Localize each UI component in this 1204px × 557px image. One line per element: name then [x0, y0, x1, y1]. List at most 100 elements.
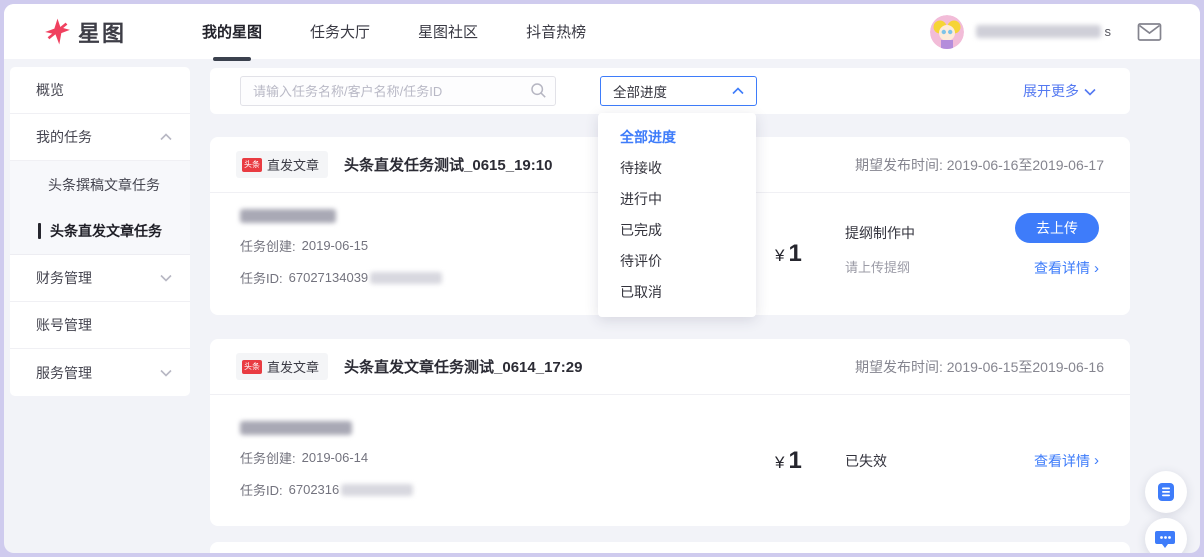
- dropdown-option-cancelled[interactable]: 已取消: [598, 277, 756, 308]
- view-detail-label: 查看详情: [1034, 452, 1090, 469]
- xingtu-logo[interactable]: 星图: [44, 16, 126, 48]
- dropdown-option-pending-accept[interactable]: 待接收: [598, 153, 756, 184]
- mail-icon[interactable]: [1137, 22, 1162, 42]
- task-price: ¥1: [775, 447, 802, 475]
- document-icon: [1155, 481, 1177, 503]
- sidebar-menu: 概览 我的任务 头条撰稿文章任务 头条直发文章任务 财务管理 账号管理 服务管理: [10, 67, 190, 396]
- task-price: ¥1: [775, 240, 802, 268]
- publish-time-label: 期望发布时间:: [854, 358, 943, 375]
- sidebar-item-label: 财务管理: [36, 270, 92, 286]
- publish-time-range: 2019-06-15至2019-06-16: [946, 358, 1104, 375]
- tab-xingtu-community[interactable]: 星图社区: [394, 4, 502, 59]
- task-action-column: 去上传 查看详情 ›: [1015, 193, 1099, 315]
- chevron-up-icon: [160, 133, 172, 141]
- task-status-column: 已失效: [845, 451, 887, 471]
- status-text: 已失效: [845, 452, 887, 469]
- task-id-row: 任务ID: 67027134039: [240, 268, 443, 287]
- progress-filter-select[interactable]: 全部进度: [600, 76, 757, 106]
- created-date: 2019-06-14: [301, 450, 369, 465]
- task-title: 头条直发文章任务测试_0614_17:29: [344, 359, 583, 376]
- tab-douyin-hot-list[interactable]: 抖音热榜: [502, 4, 610, 59]
- star-logo-icon: [44, 18, 71, 45]
- view-detail-label: 查看详情: [1034, 260, 1090, 276]
- sidebar-item-service[interactable]: 服务管理: [10, 349, 190, 396]
- floating-document-button[interactable]: [1145, 471, 1187, 513]
- search-icon: [530, 82, 547, 104]
- task-id-label: 任务ID:: [240, 483, 283, 498]
- task-title: 头条直发任务测试_0615_19:10: [344, 157, 553, 174]
- username-suffix: s: [1104, 24, 1112, 39]
- task-card: 头条 直发文章 头条直发文章任务测试_0614_17:29 期望发布时间: 20…: [210, 339, 1130, 526]
- sidebar-item-my-tasks[interactable]: 我的任务: [10, 114, 190, 161]
- task-card-body: 任务创建: 2019-06-14 任务ID: 6702316 ¥1 已失效 查看…: [210, 395, 1130, 526]
- sidebar-item-label: 头条撰稿文章任务: [48, 176, 160, 193]
- task-id-value: 6702316: [288, 482, 340, 497]
- publish-time-range: 2019-06-16至2019-06-17: [946, 156, 1104, 173]
- sidebar-item-toutiao-draft-article-task[interactable]: 头条撰稿文章任务: [10, 161, 190, 208]
- expand-more-label: 展开更多: [1023, 83, 1079, 99]
- task-search: [240, 76, 556, 106]
- task-id-value: 67027134039: [288, 270, 369, 285]
- chevron-up-icon: [732, 87, 744, 95]
- task-card-partial: [210, 542, 1130, 553]
- active-indicator-bar: [38, 223, 41, 239]
- tab-my-xingtu[interactable]: 我的星图: [178, 4, 286, 59]
- currency-symbol: ¥: [775, 246, 785, 265]
- expected-publish-time: 期望发布时间: 2019-06-16至2019-06-17: [855, 155, 1104, 175]
- chevron-down-icon: [160, 274, 172, 282]
- sidebar-item-label: 账号管理: [36, 317, 92, 333]
- task-type-label: 直发文章: [267, 158, 320, 173]
- task-type-label: 直发文章: [267, 360, 320, 375]
- sidebar-item-label: 服务管理: [36, 364, 92, 381]
- blurred-username: [975, 25, 1101, 38]
- view-detail-link[interactable]: 查看详情 ›: [1034, 258, 1099, 278]
- filter-panel: 全部进度 展开更多: [210, 68, 1130, 114]
- dropdown-option-all-progress[interactable]: 全部进度: [598, 122, 756, 153]
- price-amount: 1: [788, 240, 802, 267]
- view-detail-link[interactable]: 查看详情 ›: [1034, 451, 1099, 471]
- task-action-column: 查看详情 ›: [1034, 451, 1099, 471]
- chevron-down-icon: [1084, 83, 1096, 99]
- status-hint: 请上传提纲: [845, 260, 911, 275]
- sidebar-item-label: 头条直发文章任务: [50, 223, 162, 239]
- toutiao-platform-badge: 头条: [242, 359, 262, 374]
- progress-selected-value: 全部进度: [613, 85, 667, 100]
- publish-time-label: 期望发布时间:: [854, 156, 943, 173]
- task-type-badge: 头条 直发文章: [236, 151, 329, 178]
- sidebar-item-toutiao-direct-article-task[interactable]: 头条直发文章任务: [10, 208, 190, 255]
- task-type-badge: 头条 直发文章: [236, 353, 329, 380]
- dropdown-option-in-progress[interactable]: 进行中: [598, 184, 756, 215]
- dropdown-option-completed[interactable]: 已完成: [598, 215, 756, 246]
- navbar-user-area: s: [929, 14, 1163, 49]
- task-created-row: 任务创建: 2019-06-14: [240, 448, 413, 467]
- user-avatar[interactable]: [929, 14, 964, 49]
- chevron-down-icon: [160, 369, 172, 377]
- search-input[interactable]: [240, 76, 556, 106]
- chevron-right-icon: ›: [1094, 452, 1099, 469]
- price-amount: 1: [788, 446, 802, 474]
- dropdown-option-pending-review[interactable]: 待评价: [598, 246, 756, 277]
- progress-dropdown-menu: 全部进度 待接收 进行中 已完成 待评价 已取消: [598, 113, 756, 317]
- sidebar: 概览 我的任务 头条撰稿文章任务 头条直发文章任务 财务管理 账号管理 服务管理: [4, 59, 196, 396]
- currency-symbol: ¥: [775, 452, 785, 472]
- chat-bubble-icon: [1155, 528, 1177, 550]
- chevron-right-icon: ›: [1094, 259, 1099, 277]
- sidebar-item-overview[interactable]: 概览: [10, 67, 190, 114]
- created-label: 任务创建:: [240, 451, 296, 466]
- page-layout: 概览 我的任务 头条撰稿文章任务 头条直发文章任务 财务管理 账号管理 服务管理…: [4, 59, 1200, 553]
- sidebar-item-finance[interactable]: 财务管理: [10, 255, 190, 302]
- sidebar-item-label: 我的任务: [36, 129, 92, 145]
- floating-chat-button[interactable]: [1145, 518, 1187, 553]
- task-id-row: 任务ID: 6702316: [240, 480, 414, 499]
- tab-task-hall[interactable]: 任务大厅: [286, 4, 394, 59]
- blurred-task-id-tail: [370, 271, 443, 284]
- sidebar-item-account[interactable]: 账号管理: [10, 302, 190, 349]
- primary-nav: 我的星图 任务大厅 星图社区 抖音热榜: [178, 4, 610, 59]
- main-content: 全部进度 展开更多 全部进度 待接收 进行中 已完成 待评价: [210, 59, 1130, 553]
- blurred-task-id-tail: [341, 483, 414, 496]
- created-label: 任务创建:: [240, 239, 296, 254]
- sidebar-item-label: 概览: [36, 82, 64, 98]
- task-id-label: 任务ID:: [240, 271, 283, 286]
- expand-more-link[interactable]: 展开更多: [1023, 81, 1096, 101]
- go-upload-button[interactable]: 去上传: [1015, 213, 1099, 243]
